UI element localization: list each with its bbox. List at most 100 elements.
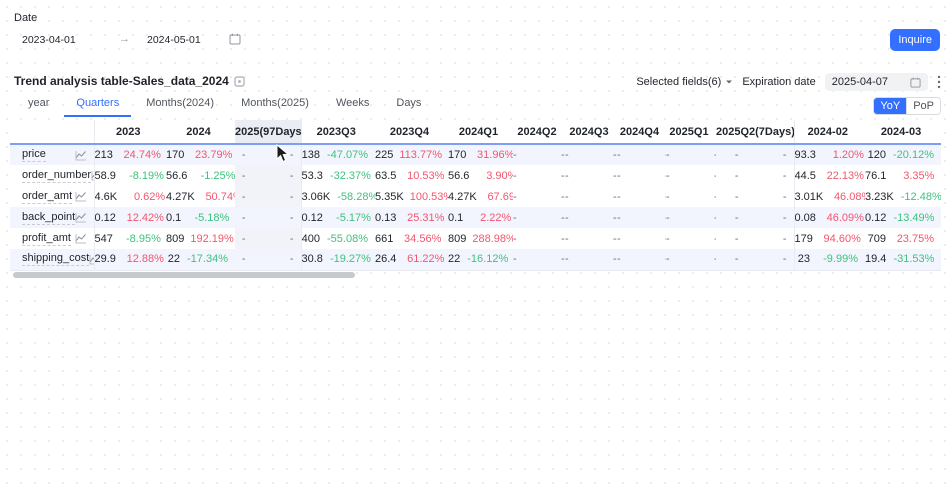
- cell-percent: 113.77%: [399, 149, 441, 161]
- metric-cell: profit_amt: [10, 228, 94, 249]
- cell-percent: -: [676, 191, 716, 203]
- cell-percent: 100.53%: [410, 191, 448, 203]
- value-cell: 547-8.95%: [94, 228, 166, 249]
- cell-percent: -: [252, 149, 294, 161]
- table-row: back_point0.1212.42%0.1-5.18%--0.12-5.17…: [10, 207, 941, 228]
- inquire-button[interactable]: Inquire: [890, 29, 940, 51]
- line-chart-icon[interactable]: [75, 212, 87, 223]
- cell-percent: -: [252, 170, 294, 182]
- value-cell: --: [565, 144, 617, 165]
- cell-percent: -31.53%: [892, 253, 934, 265]
- cell-value: -: [565, 253, 575, 265]
- value-cell: 22-16.12%: [448, 249, 513, 270]
- cell-value: 809: [166, 233, 190, 245]
- cell-percent: 1.20%: [822, 149, 864, 161]
- tab-quarters[interactable]: Quarters: [76, 97, 119, 109]
- value-cell: 56.6-1.25%: [166, 165, 235, 186]
- tab-year[interactable]: year: [28, 97, 49, 109]
- value-cell: 0.1325.31%: [375, 207, 448, 228]
- value-cell: --: [666, 249, 716, 270]
- cell-value: -: [617, 149, 627, 161]
- cell-value: 3.06K: [302, 191, 337, 203]
- metric-name: profit_amt: [22, 232, 71, 246]
- calendar-icon[interactable]: [229, 33, 241, 45]
- cell-value: 0.12: [865, 212, 892, 224]
- cell-value: 22: [448, 253, 466, 265]
- cell-value: 709: [865, 233, 892, 245]
- value-cell: 22-17.34%: [166, 249, 235, 270]
- metric-name: price: [22, 148, 46, 162]
- cell-percent: -: [745, 253, 787, 265]
- line-chart-icon[interactable]: [75, 150, 87, 161]
- cell-value: 58.9: [95, 170, 122, 182]
- mode-pop-button[interactable]: PoP: [906, 98, 940, 114]
- value-cell: --: [666, 144, 716, 165]
- cell-value: 400: [302, 233, 327, 245]
- value-cell: 138-47.07%: [301, 144, 375, 165]
- cell-percent: 23.79%: [190, 149, 232, 161]
- cell-value: 5.35K: [375, 191, 410, 203]
- chevron-down-icon: [725, 79, 733, 85]
- value-cell: 26.461.22%: [375, 249, 448, 270]
- expiration-date-input[interactable]: 2025-04-07: [825, 73, 928, 91]
- cell-value: -: [513, 212, 523, 224]
- column-header: 2024Q1: [448, 120, 513, 144]
- start-date-input[interactable]: 2023-04-01: [22, 34, 76, 46]
- line-chart-icon[interactable]: [75, 191, 87, 202]
- value-cell: --: [235, 228, 301, 249]
- cell-value: 170: [448, 149, 472, 161]
- cell-percent: -: [745, 233, 787, 245]
- value-cell: --: [235, 165, 301, 186]
- value-cell: --: [666, 228, 716, 249]
- cell-value: -: [513, 191, 523, 203]
- yoy-pop-toggle: YoYPoP: [873, 97, 941, 115]
- cell-percent: -5.18%: [187, 212, 229, 224]
- more-options-icon[interactable]: [937, 75, 941, 89]
- tab-months-2025-[interactable]: Months(2025): [241, 97, 309, 109]
- mode-yoy-button[interactable]: YoY: [874, 98, 906, 114]
- cell-percent: 12.88%: [122, 253, 164, 265]
- column-header: 2024Q4: [617, 120, 666, 144]
- metric-name: shipping_cost: [22, 252, 89, 266]
- cell-value: 30.8: [302, 253, 329, 265]
- cell-percent: -: [627, 170, 666, 182]
- cell-percent: -58.28%: [336, 191, 375, 203]
- cell-value: -: [716, 212, 745, 224]
- line-chart-icon[interactable]: [89, 254, 94, 265]
- cell-percent: -: [627, 212, 666, 224]
- line-chart-icon[interactable]: [75, 233, 87, 244]
- cell-value: 63.5: [375, 170, 402, 182]
- cell-value: -: [235, 233, 252, 245]
- value-cell: 809288.98%: [448, 228, 513, 249]
- metric-cell: order_amt: [10, 186, 94, 207]
- tab-days[interactable]: Days: [396, 97, 421, 109]
- value-cell: 809192.19%: [166, 228, 235, 249]
- value-cell: --: [565, 228, 617, 249]
- cell-value: -: [513, 170, 523, 182]
- cell-percent: -: [523, 191, 565, 203]
- cell-percent: -1.25%: [193, 170, 235, 182]
- horizontal-scrollbar[interactable]: [13, 272, 355, 278]
- end-date-input[interactable]: 2024-05-01: [147, 34, 201, 46]
- value-cell: 4.6K0.62%: [94, 186, 166, 207]
- cell-percent: -32.37%: [329, 170, 371, 182]
- selected-fields-dropdown[interactable]: Selected fields(6): [636, 76, 733, 88]
- expiration-date-value: 2025-04-07: [832, 76, 888, 88]
- tab-months-2024-[interactable]: Months(2024): [146, 97, 214, 109]
- value-cell: 3.06K-58.28%: [301, 186, 375, 207]
- metric-cell: back_point: [10, 207, 94, 228]
- snapshot-icon[interactable]: [234, 74, 245, 88]
- column-header: 2024-03: [865, 120, 941, 144]
- cell-percent: -: [676, 149, 716, 161]
- cell-percent: -: [575, 170, 617, 182]
- value-cell: 17023.79%: [166, 144, 235, 165]
- table-row: shipping_cost29.912.88%22-17.34%--30.8-1…: [10, 249, 941, 270]
- value-cell: 5.35K100.53%: [375, 186, 448, 207]
- value-cell: 93.31.20%: [794, 144, 865, 165]
- cell-value: -: [513, 253, 523, 265]
- tab-weeks[interactable]: Weeks: [336, 97, 369, 109]
- cell-value: -: [513, 149, 523, 161]
- value-cell: --: [235, 144, 301, 165]
- cell-percent: 22.13%: [822, 170, 864, 182]
- value-cell: --: [617, 249, 666, 270]
